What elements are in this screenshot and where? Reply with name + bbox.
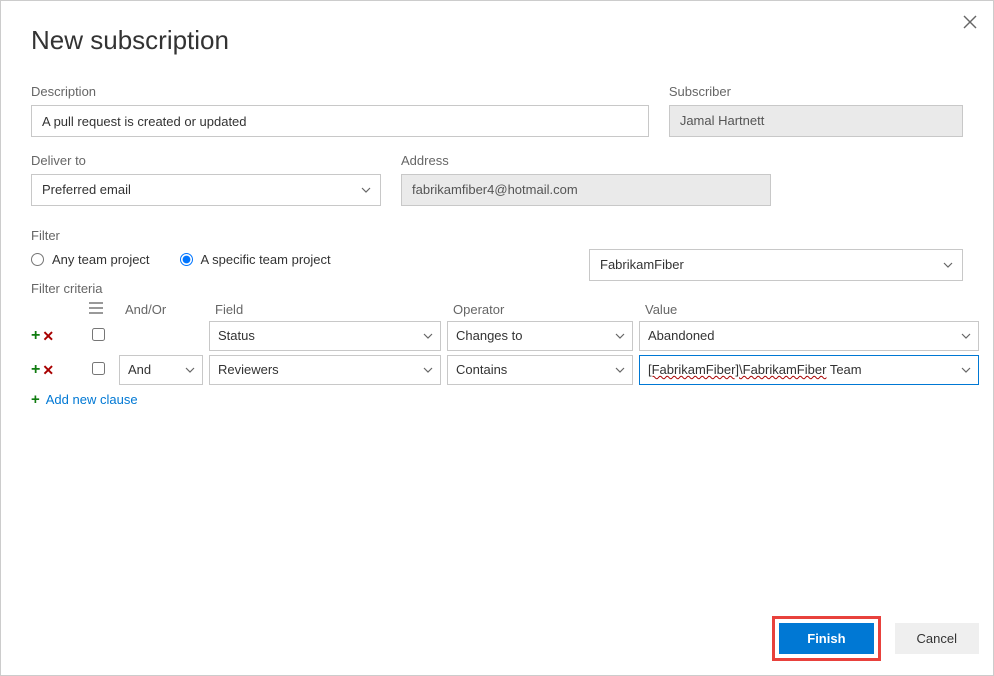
field-select[interactable]: Status bbox=[209, 321, 441, 351]
chevron-down-icon bbox=[184, 364, 196, 376]
remove-clause-icon[interactable]: ✕ bbox=[42, 363, 54, 377]
value-select[interactable]: [FabrikamFiber]\FabrikamFiber Team bbox=[639, 355, 979, 385]
subscriber-label: Subscriber bbox=[669, 84, 963, 99]
list-icon bbox=[89, 302, 103, 314]
chevron-down-icon bbox=[422, 330, 434, 342]
description-input[interactable] bbox=[31, 105, 649, 137]
address-label: Address bbox=[401, 153, 771, 168]
chevron-down-icon bbox=[422, 364, 434, 376]
cancel-button[interactable]: Cancel bbox=[895, 623, 979, 654]
add-clause-icon[interactable]: + bbox=[31, 362, 40, 378]
deliver-to-label: Deliver to bbox=[31, 153, 381, 168]
row-checkbox[interactable] bbox=[92, 362, 105, 375]
chevron-down-icon bbox=[614, 330, 626, 342]
operator-select[interactable]: Contains bbox=[447, 355, 633, 385]
filter-criteria-label: Filter criteria bbox=[31, 281, 963, 296]
andor-select[interactable]: And bbox=[119, 355, 203, 385]
remove-clause-icon[interactable]: ✕ bbox=[42, 329, 54, 343]
add-clause-icon[interactable]: + bbox=[31, 328, 40, 344]
add-new-clause-button[interactable]: + Add new clause bbox=[31, 391, 963, 408]
radio-specific-team-project[interactable]: A specific team project bbox=[180, 252, 331, 267]
subscriber-field: Jamal Hartnett bbox=[669, 105, 963, 137]
col-value: Value bbox=[639, 302, 979, 317]
field-select[interactable]: Reviewers bbox=[209, 355, 441, 385]
finish-button[interactable]: Finish bbox=[779, 623, 873, 654]
dialog-footer: Finish Cancel bbox=[772, 616, 979, 661]
chevron-down-icon bbox=[360, 184, 372, 196]
address-field: fabrikamfiber4@hotmail.com bbox=[401, 174, 771, 206]
filter-label: Filter bbox=[31, 228, 963, 243]
criteria-row: + ✕ StatusChanges toAbandoned bbox=[31, 321, 963, 351]
deliver-to-select[interactable]: Preferred email bbox=[31, 174, 381, 206]
new-subscription-dialog: New subscription Description Subscriber … bbox=[1, 1, 993, 675]
criteria-row: + ✕ AndReviewersContains[FabrikamFiber]\… bbox=[31, 355, 963, 385]
chevron-down-icon bbox=[960, 364, 972, 376]
plus-icon: + bbox=[31, 391, 40, 408]
radio-any-team-project[interactable]: Any team project bbox=[31, 252, 150, 267]
deliver-to-value: Preferred email bbox=[42, 182, 131, 197]
operator-select[interactable]: Changes to bbox=[447, 321, 633, 351]
chevron-down-icon bbox=[942, 259, 954, 271]
chevron-down-icon bbox=[614, 364, 626, 376]
finish-highlight: Finish bbox=[772, 616, 880, 661]
criteria-header: And/Or Field Operator Value bbox=[31, 302, 963, 317]
value-select[interactable]: Abandoned bbox=[639, 321, 979, 351]
description-label: Description bbox=[31, 84, 649, 99]
project-value: FabrikamFiber bbox=[600, 257, 684, 272]
col-andor: And/Or bbox=[119, 302, 203, 317]
chevron-down-icon bbox=[960, 330, 972, 342]
project-select[interactable]: FabrikamFiber bbox=[589, 249, 963, 281]
row-checkbox[interactable] bbox=[92, 328, 105, 341]
close-icon[interactable] bbox=[963, 15, 977, 34]
col-operator: Operator bbox=[447, 302, 633, 317]
col-field: Field bbox=[209, 302, 441, 317]
page-title: New subscription bbox=[31, 25, 963, 56]
